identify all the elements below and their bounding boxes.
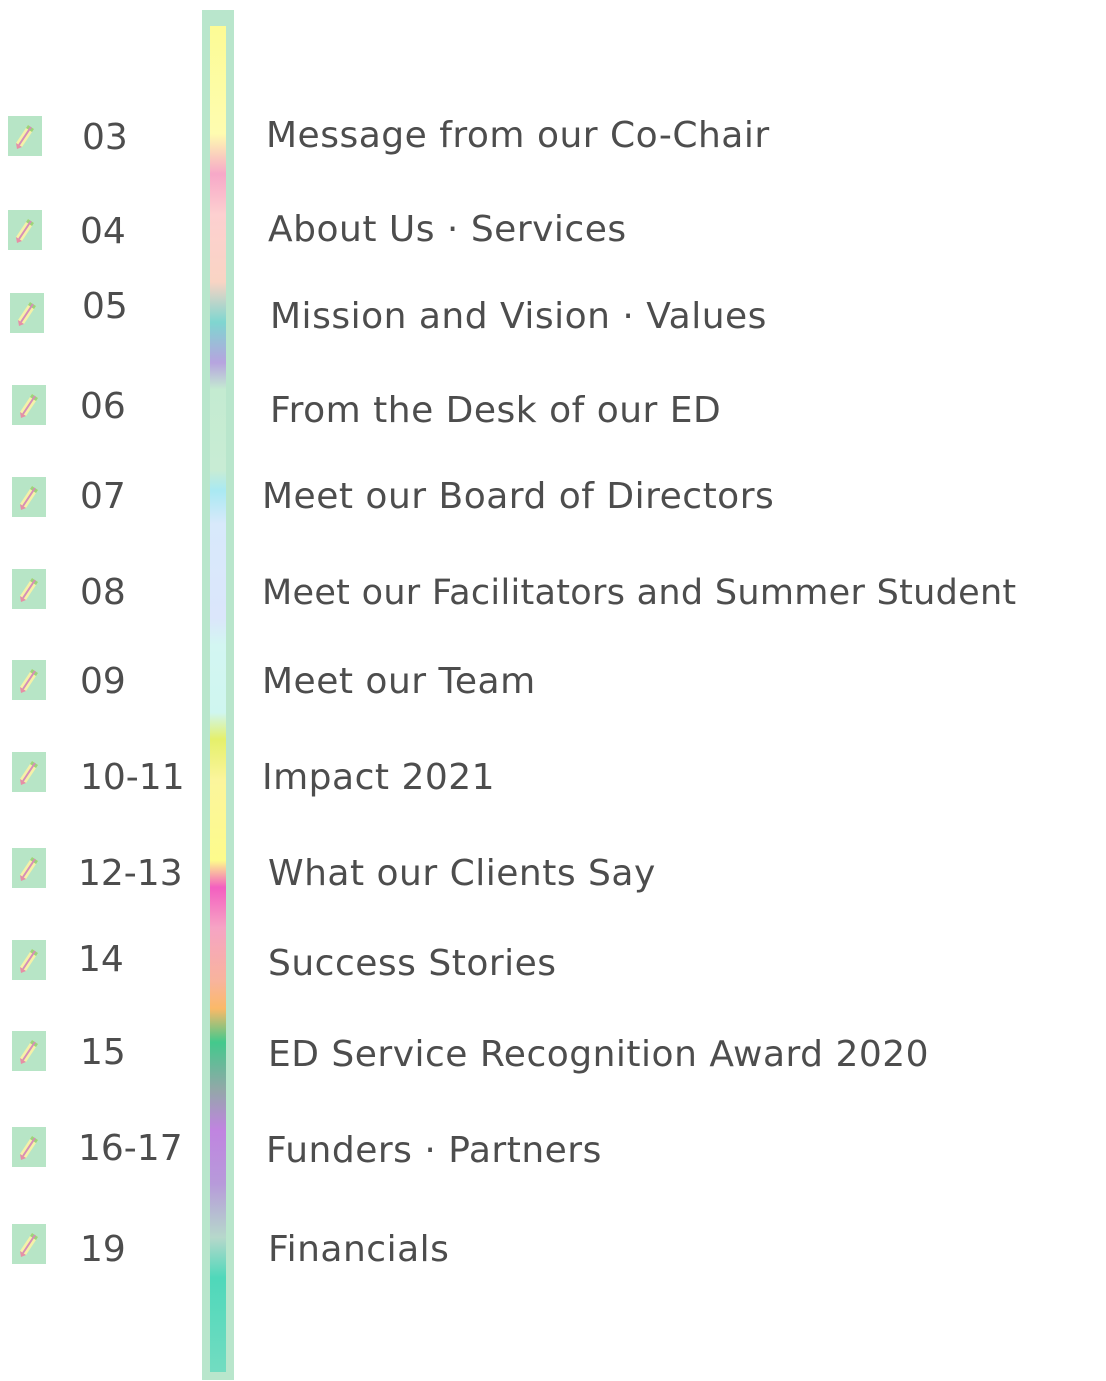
pencil-icon [12,1031,46,1071]
toc-entry[interactable]: 08 Meet our Facilitators and Summer Stud… [0,569,1106,619]
toc-entry[interactable]: 16-17 Funders · Partners [0,1127,1106,1177]
page-number: 10-11 [80,757,185,798]
pencil-icon [12,940,46,980]
toc-entry[interactable]: 12-13 What our Clients Say [0,848,1106,898]
pencil-icon [12,660,46,700]
entry-title: ED Service Recognition Award 2020 [268,1034,930,1075]
entry-title: Impact 2021 [262,757,496,798]
pencil-icon [12,1127,46,1167]
pencil-icon [12,569,46,609]
entry-title: Mission and Vision · Values [270,296,767,337]
page-number: 09 [80,661,126,702]
pencil-icon [12,848,46,888]
toc-entry[interactable]: 03 Message from our Co-Chair [0,116,1106,166]
entry-title: Success Stories [268,943,557,984]
toc-entry[interactable]: 07 Meet our Board of Directors [0,477,1106,527]
page-number: 15 [80,1032,126,1073]
entry-title: Meet our Team [262,661,536,702]
table-of-contents: 03 Message from our Co-Chair 04 About Us… [0,0,1106,1381]
entry-title: Meet our Board of Directors [262,476,775,517]
pencil-icon [12,385,46,425]
pencil-icon [12,752,46,792]
pencil-icon [8,116,42,156]
page-number: 12-13 [78,853,183,894]
page-number: 08 [80,572,126,613]
page-number: 05 [82,286,128,327]
toc-entry[interactable]: 05 Mission and Vision · Values [0,287,1106,343]
page-number: 19 [80,1229,126,1270]
page-number: 16-17 [78,1128,183,1169]
pencil-icon [8,210,42,250]
pencil-icon [10,293,44,333]
pencil-icon [12,477,46,517]
page-number: 14 [78,939,124,980]
page-number: 03 [82,117,128,158]
entry-title: Funders · Partners [266,1130,602,1171]
toc-entry[interactable]: 19 Financials [0,1224,1106,1274]
toc-entry[interactable]: 10-11 Impact 2021 [0,752,1106,802]
pencil-icon [12,1224,46,1264]
toc-entry[interactable]: 15 ED Service Recognition Award 2020 [0,1031,1106,1081]
toc-entry[interactable]: 09 Meet our Team [0,660,1106,710]
entry-title: Message from our Co-Chair [266,115,770,156]
page-number: 07 [80,476,126,517]
entry-title: From the Desk of our ED [270,390,722,431]
entry-title: Meet our Facilitators and Summer Student [262,573,1017,613]
toc-entry[interactable]: 04 About Us · Services [0,210,1106,260]
toc-entry[interactable]: 14 Success Stories [0,940,1106,990]
entry-title: Financials [268,1229,450,1270]
entry-title: What our Clients Say [268,853,656,894]
page-number: 06 [80,386,126,427]
entry-title: About Us · Services [268,209,627,250]
toc-entry[interactable]: 06 From the Desk of our ED [0,385,1106,435]
page-number: 04 [80,211,126,252]
